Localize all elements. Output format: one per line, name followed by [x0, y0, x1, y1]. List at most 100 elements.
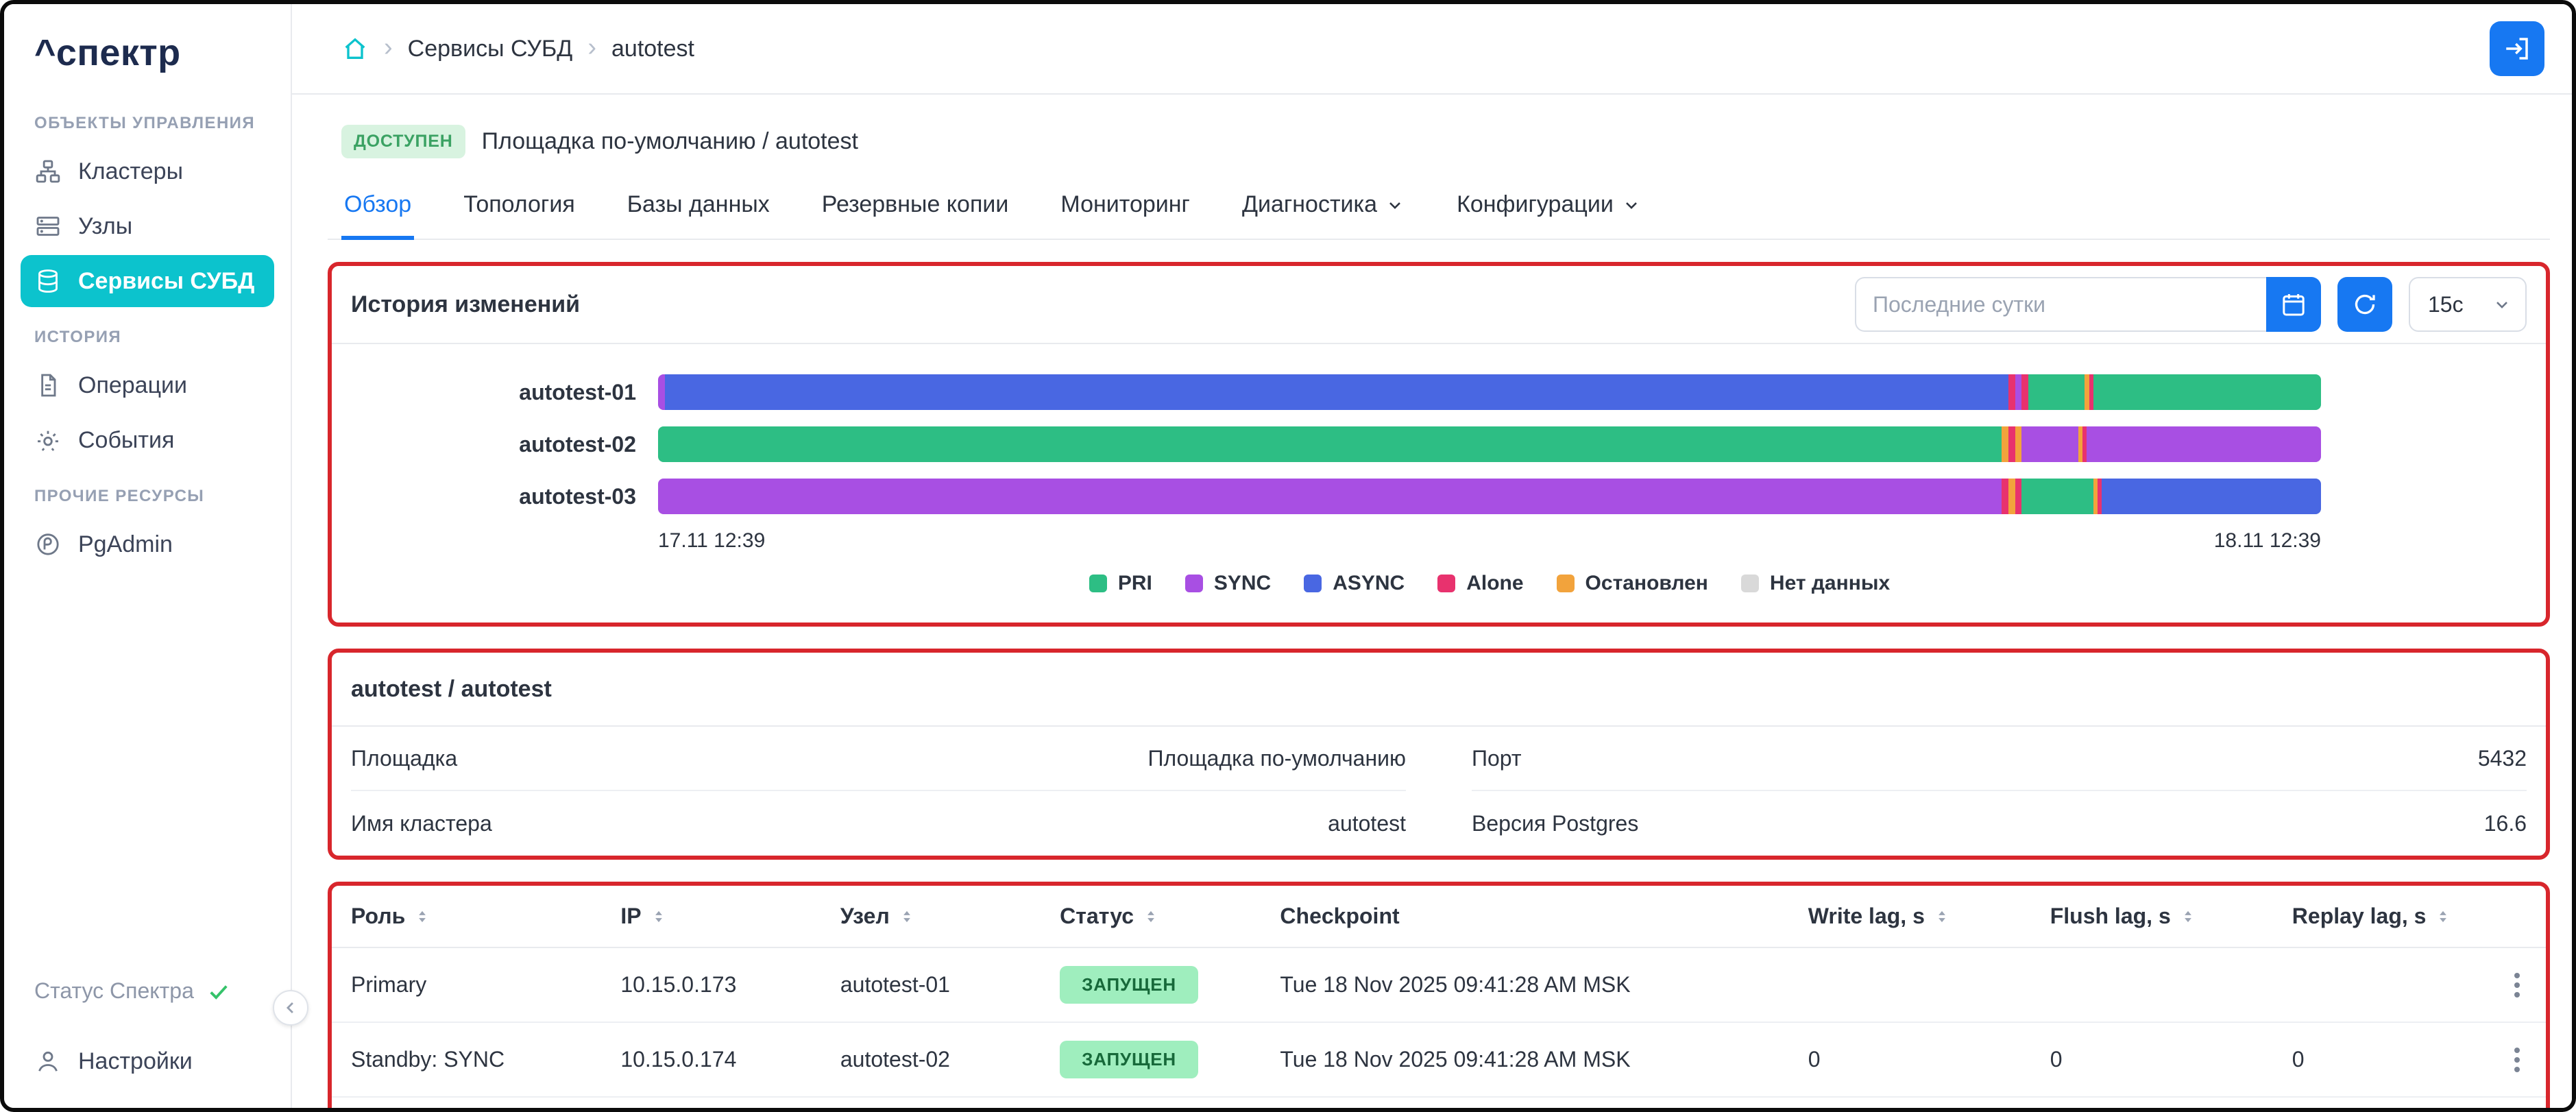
sidebar-item-settings[interactable]: Настройки	[21, 1034, 274, 1080]
row-actions-kebab-icon[interactable]	[2502, 1045, 2532, 1075]
timeline-rows: autotest-01 autotest-02 autotest-03	[332, 366, 2546, 522]
tab-топология[interactable]: Топология	[461, 175, 578, 240]
col-header-inner: Write lag, s	[1808, 904, 2023, 929]
cell-node: autotest-01	[826, 947, 1047, 1023]
settings-label: Настройки	[78, 1048, 193, 1074]
info-label: Площадка	[351, 746, 457, 771]
sidebar-item-nodes[interactable]: Узлы	[21, 200, 274, 252]
sidebar-nav: ОБЪЕКТЫ УПРАВЛЕНИЯ Кластеры Узлы Сервисы СУ…	[21, 96, 274, 573]
cell-role: Standby: SYNC	[332, 1022, 607, 1098]
spektr-status-link[interactable]: Статус Спектра	[21, 967, 274, 1015]
history-panel-header: История изменений 15с	[332, 266, 2546, 344]
timeline-segment	[664, 374, 2008, 410]
logout-button[interactable]	[2490, 21, 2544, 76]
home-icon[interactable]	[341, 35, 369, 62]
tab-диагностика[interactable]: Диагностика	[1239, 175, 1407, 240]
clusters-icon	[34, 158, 62, 185]
timeline-bar	[658, 479, 2321, 514]
col-ip-header[interactable]: IP	[607, 886, 827, 948]
timeline-segment	[2015, 374, 2022, 410]
col-write_lag-header[interactable]: Write lag, s	[1794, 886, 2037, 948]
legend-swatch	[1089, 575, 1107, 592]
chevron-down-icon	[2492, 295, 2512, 314]
legend-label: ASYNC	[1333, 572, 1405, 594]
col-node-header[interactable]: Узел	[826, 886, 1047, 948]
table-row: Standby: ASYNC10.15.0.175autotest-03ЗАПУ…	[332, 1097, 2546, 1108]
tab-label: Топология	[463, 191, 575, 217]
axis-end-label: 18.11 12:39	[2213, 529, 2321, 552]
service-status-row: ДОСТУПЕН Площадка по-умолчанию / autotes…	[328, 108, 2550, 161]
legend-swatch	[1304, 575, 1322, 592]
col-header-label: IP	[620, 904, 642, 928]
legend-item: Alone	[1437, 572, 1524, 595]
cluster-info-header: autotest / autotest	[332, 653, 2546, 727]
col-status-header[interactable]: Статус	[1046, 886, 1267, 948]
info-label-text: Версия Postgres	[1472, 810, 1639, 836]
timeline-segment	[2028, 374, 2085, 410]
breadcrumb-services[interactable]: Сервисы СУБД	[408, 36, 573, 62]
col-replay_lag-header[interactable]: Replay lag, s	[2278, 886, 2488, 948]
tab-базы данных[interactable]: Базы данных	[624, 175, 773, 240]
sort-icon	[1142, 906, 1160, 927]
tab-label: Диагностика	[1241, 191, 1378, 217]
tab-label: Обзор	[344, 191, 412, 217]
sidebar-collapse-button[interactable]	[273, 990, 308, 1026]
date-range-input[interactable]	[1855, 277, 2266, 332]
tab-label: Конфигурации	[1457, 191, 1614, 217]
logout-icon	[2503, 34, 2531, 63]
events-icon	[34, 426, 62, 454]
timeline-axis: 17.11 12:39 18.11 12:39	[658, 529, 2321, 553]
col-header-label: Статус	[1060, 904, 1134, 928]
sidebar-item-pgadmin[interactable]: PgAdmin	[21, 518, 274, 570]
tab-обзор[interactable]: Обзор	[341, 175, 415, 240]
sidebar-item-db-services[interactable]: Сервисы СУБД	[21, 255, 274, 307]
sort-icon	[1933, 906, 1951, 927]
info-label-text: Порт	[1472, 745, 1522, 771]
timeline-segment	[2101, 479, 2321, 514]
col-header-inner: IP	[620, 904, 813, 929]
col-header-label: Checkpoint	[1280, 904, 1400, 928]
info-value: 16.6	[2483, 810, 2527, 836]
col-header-inner: Replay lag, s	[2292, 904, 2475, 929]
refresh-interval-select[interactable]: 15с	[2409, 277, 2527, 332]
cell-replay_lag: 0	[2278, 1022, 2488, 1098]
cell-ip: 10.15.0.173	[607, 947, 827, 1023]
sidebar-section-label: ОБЪЕКТЫ УПРАВЛЕНИЯ	[34, 114, 255, 132]
cell-role: Standby: ASYNC	[332, 1097, 607, 1108]
calendar-icon	[2280, 291, 2307, 318]
col-header-inner: Узел	[840, 904, 1032, 929]
sidebar-section-label: ПРОЧИЕ РЕСУРСЫ	[34, 487, 205, 505]
cell-checkpoint: Tue 18 Nov 2025 09:41:28 AM MSK	[1266, 1097, 1794, 1108]
sidebar-item-clusters[interactable]: Кластеры	[21, 145, 274, 197]
sidebar-item-events[interactable]: События	[21, 414, 274, 466]
tab-label: Резервные копии	[821, 191, 1009, 217]
sidebar-item-operations[interactable]: Операции	[21, 359, 274, 411]
timeline-bar	[658, 426, 2321, 462]
cluster-info-panel: autotest / autotest Площадка Площадка по-…	[328, 649, 2550, 860]
tab-мониторинг[interactable]: Мониторинг	[1058, 175, 1193, 240]
breadcrumb-autotest[interactable]: autotest	[611, 36, 694, 62]
col-role-header[interactable]: Роль	[332, 886, 607, 948]
legend-item: Нет данных	[1740, 572, 1890, 595]
sidebar-section-label: ИСТОРИЯ	[34, 328, 122, 346]
page-title: Площадка по-умолчанию / autotest	[481, 128, 858, 154]
breadcrumb-separator: ›	[587, 33, 596, 62]
col-flush_lag-header[interactable]: Flush lag, s	[2036, 886, 2279, 948]
refresh-button[interactable]	[2337, 277, 2392, 332]
col-header-inner: Checkpoint	[1280, 904, 1780, 929]
cell-node: autotest-03	[827, 1097, 1046, 1108]
timeline-row: autotest-01	[332, 366, 2546, 418]
timeline-segment	[2002, 479, 2008, 514]
info-row: Площадка Площадка по-умолчанию	[351, 727, 1406, 791]
timeline-segment	[658, 479, 2002, 514]
table-body: Primary 10.15.0.173 autotest-01 ЗАПУЩЕН Tue …	[332, 947, 2546, 1108]
col-header-inner: Статус	[1060, 904, 1252, 929]
calendar-button[interactable]	[2266, 277, 2321, 332]
info-column: Площадка Площадка по-умолчанию Имя кластер…	[351, 727, 1406, 856]
tab-конфигурации[interactable]: Конфигурации	[1454, 175, 1644, 240]
tab-резервные копии[interactable]: Резервные копии	[819, 175, 1012, 240]
cell-ip: 10.15.0.175	[607, 1097, 827, 1108]
state-timeline-chart: autotest-01 autotest-02 autotest-03 17.11 …	[332, 344, 2546, 623]
db-services-icon	[34, 267, 62, 295]
row-actions-kebab-icon[interactable]	[2502, 970, 2532, 1000]
